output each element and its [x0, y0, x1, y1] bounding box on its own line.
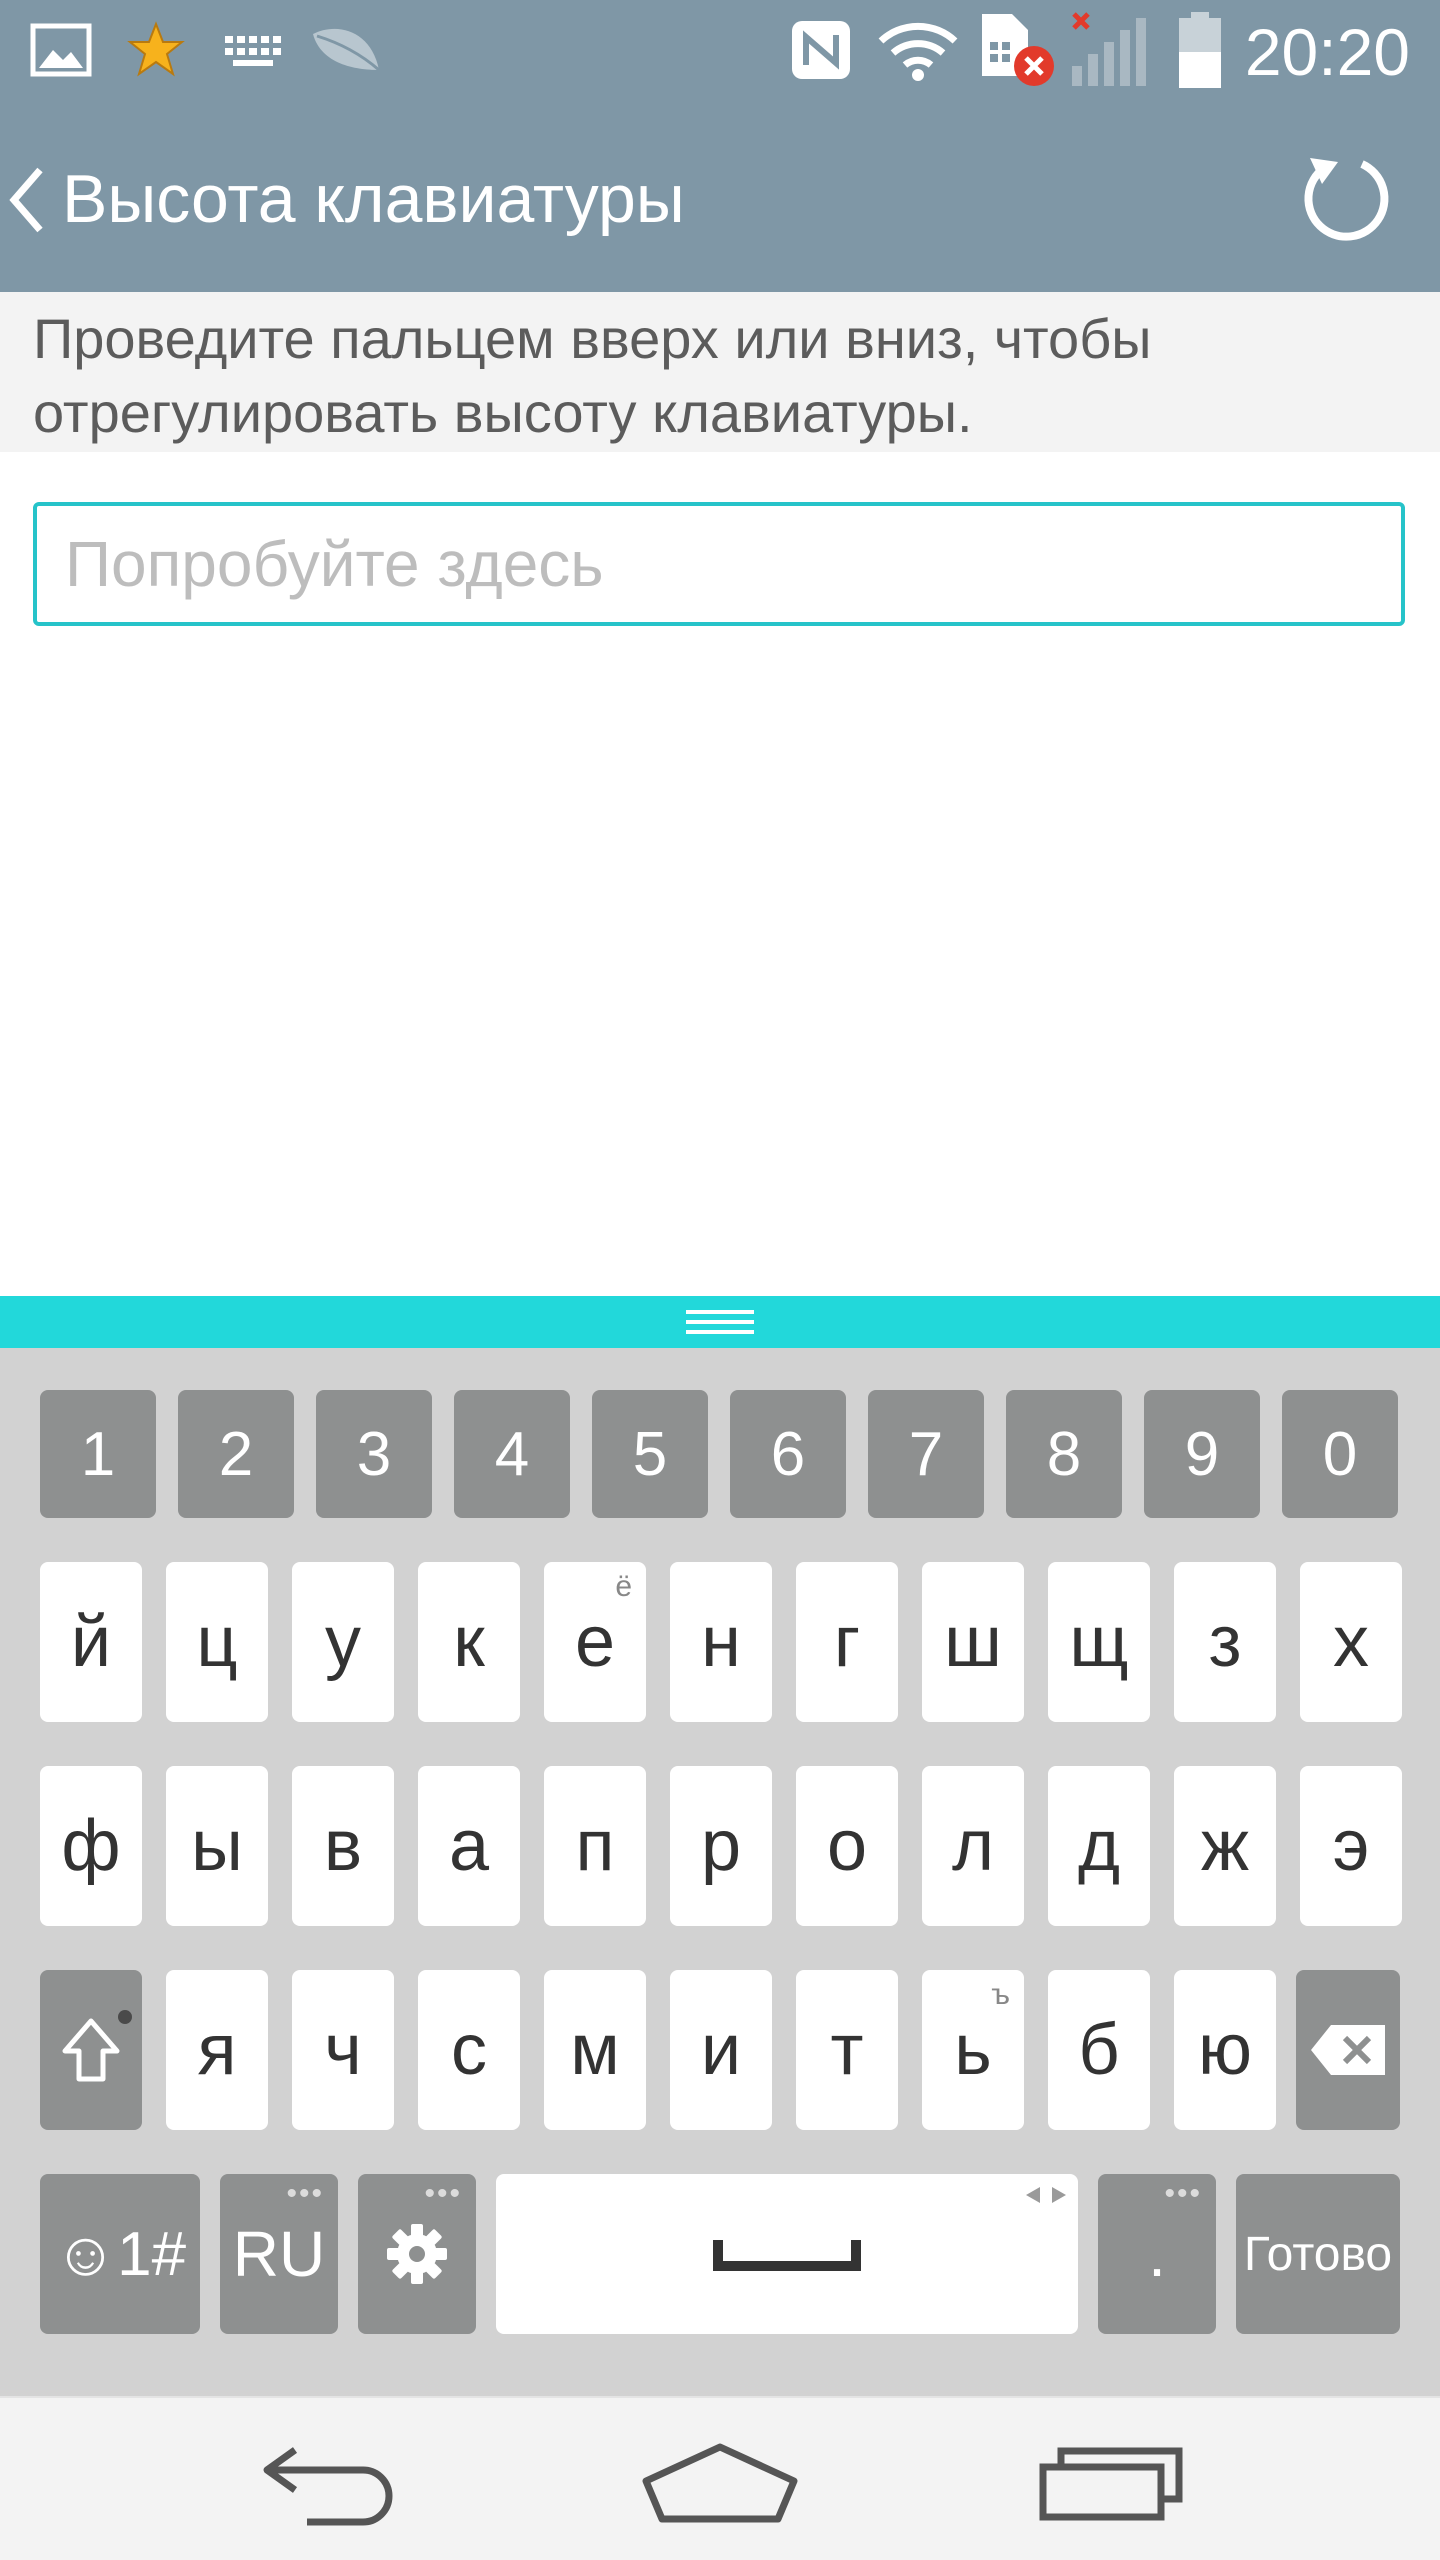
- done-key[interactable]: Готово: [1236, 2174, 1400, 2334]
- reset-icon[interactable]: [1296, 150, 1392, 246]
- key-7[interactable]: 7: [868, 1390, 984, 1518]
- key-letter[interactable]: в: [292, 1766, 394, 1926]
- shift-key[interactable]: [40, 1970, 142, 2130]
- key-9[interactable]: 9: [1144, 1390, 1260, 1518]
- key-label: ь: [954, 2010, 992, 2090]
- space-key[interactable]: [496, 2174, 1078, 2334]
- clock: 20:20: [1244, 15, 1410, 89]
- keyboard-resize-handle[interactable]: [0, 1296, 1440, 1348]
- key-letter[interactable]: и: [670, 1970, 772, 2130]
- key-3[interactable]: 3: [316, 1390, 432, 1518]
- key-letter[interactable]: д: [1048, 1766, 1150, 1926]
- key-letter[interactable]: ш: [922, 1562, 1024, 1722]
- key-letter[interactable]: у: [292, 1562, 394, 1722]
- navigation-bar: [0, 2396, 1440, 2560]
- key-letter[interactable]: н: [670, 1562, 772, 1722]
- key-letter[interactable]: а: [418, 1766, 520, 1926]
- more-dots-icon: •••: [1164, 2177, 1202, 2210]
- key-letter[interactable]: л: [922, 1766, 1024, 1926]
- key-8[interactable]: 8: [1006, 1390, 1122, 1518]
- instructions-line-1: Проведите пальцем вверх или вниз, чтобы: [33, 307, 1152, 370]
- key-letter[interactable]: м: [544, 1970, 646, 2130]
- key-4[interactable]: 4: [454, 1390, 570, 1518]
- cursor-arrows-icon: [1026, 2187, 1066, 2203]
- drag-handle-icon: [686, 1310, 754, 1334]
- instructions: Проведите пальцем вверх или вниз, чтобы …: [0, 292, 1440, 452]
- key-6[interactable]: 6: [730, 1390, 846, 1518]
- chevron-left-icon[interactable]: [4, 160, 64, 240]
- star-icon: [124, 18, 188, 82]
- gallery-icon: [26, 18, 96, 82]
- period-label: .: [1148, 2218, 1166, 2290]
- period-key[interactable]: . •••: [1098, 2174, 1216, 2334]
- back-icon[interactable]: [250, 2438, 410, 2528]
- status-bar: 20:20: [0, 0, 1440, 100]
- key-letter[interactable]: ч: [292, 1970, 394, 2130]
- keyboard: 1 2 3 4 5 6 7 8 9 0 й ц у к е ё н г ш щ …: [0, 1348, 1440, 2396]
- settings-key[interactable]: •••: [358, 2174, 476, 2334]
- instructions-line-2: отрегулировать высоту клавиатуры.: [33, 381, 973, 444]
- space-icon: [713, 2240, 861, 2271]
- key-letter[interactable]: т: [796, 1970, 898, 2130]
- key-letter-e[interactable]: е ё: [544, 1562, 646, 1722]
- key-hint: ъ: [991, 1978, 1010, 2011]
- gear-icon: [387, 2224, 447, 2284]
- language-key[interactable]: RU •••: [220, 2174, 338, 2334]
- key-letter[interactable]: й: [40, 1562, 142, 1722]
- key-label: е: [574, 1602, 616, 1682]
- home-icon[interactable]: [640, 2438, 800, 2528]
- key-letter[interactable]: ж: [1174, 1766, 1276, 1926]
- key-letter[interactable]: я: [166, 1970, 268, 2130]
- key-letter[interactable]: с: [418, 1970, 520, 2130]
- more-dots-icon: •••: [286, 2177, 324, 2210]
- battery-icon: [1170, 12, 1230, 88]
- key-2[interactable]: 2: [178, 1390, 294, 1518]
- key-1[interactable]: 1: [40, 1390, 156, 1518]
- nfc-icon: [786, 18, 856, 82]
- page-title: Высота клавиатуры: [62, 161, 685, 237]
- sim-error-icon: [978, 14, 1058, 86]
- symbols-key[interactable]: ☺1#: [40, 2174, 200, 2334]
- recents-icon[interactable]: [1030, 2438, 1190, 2528]
- backspace-icon: [1311, 2025, 1385, 2075]
- shift-icon: [62, 2018, 120, 2082]
- key-letter[interactable]: ю: [1174, 1970, 1276, 2130]
- key-letter[interactable]: э: [1300, 1766, 1402, 1926]
- action-bar: Высота клавиатуры: [0, 100, 1440, 292]
- key-letter[interactable]: г: [796, 1562, 898, 1722]
- key-letter[interactable]: ц: [166, 1562, 268, 1722]
- key-letter[interactable]: х: [1300, 1562, 1402, 1722]
- shift-indicator: [118, 2010, 132, 2024]
- key-letter[interactable]: б: [1048, 1970, 1150, 2130]
- try-here-input[interactable]: [33, 502, 1405, 626]
- key-0[interactable]: 0: [1282, 1390, 1398, 1518]
- more-dots-icon: •••: [424, 2177, 462, 2210]
- signal-no-service-icon: [1066, 12, 1156, 86]
- key-letter-soft-sign[interactable]: ь ъ: [922, 1970, 1024, 2130]
- backspace-key[interactable]: [1296, 1970, 1400, 2130]
- leaf-icon: [306, 18, 386, 82]
- key-letter[interactable]: ф: [40, 1766, 142, 1926]
- key-letter[interactable]: п: [544, 1766, 646, 1926]
- key-letter[interactable]: р: [670, 1766, 772, 1926]
- key-letter[interactable]: щ: [1048, 1562, 1150, 1722]
- language-label: RU: [232, 2218, 326, 2290]
- key-letter[interactable]: з: [1174, 1562, 1276, 1722]
- key-hint: ё: [615, 1570, 632, 1603]
- key-5[interactable]: 5: [592, 1390, 708, 1518]
- key-letter[interactable]: к: [418, 1562, 520, 1722]
- wifi-icon: [874, 18, 962, 82]
- key-letter[interactable]: ы: [166, 1766, 268, 1926]
- keyboard-icon: [218, 18, 288, 82]
- key-letter[interactable]: о: [796, 1766, 898, 1926]
